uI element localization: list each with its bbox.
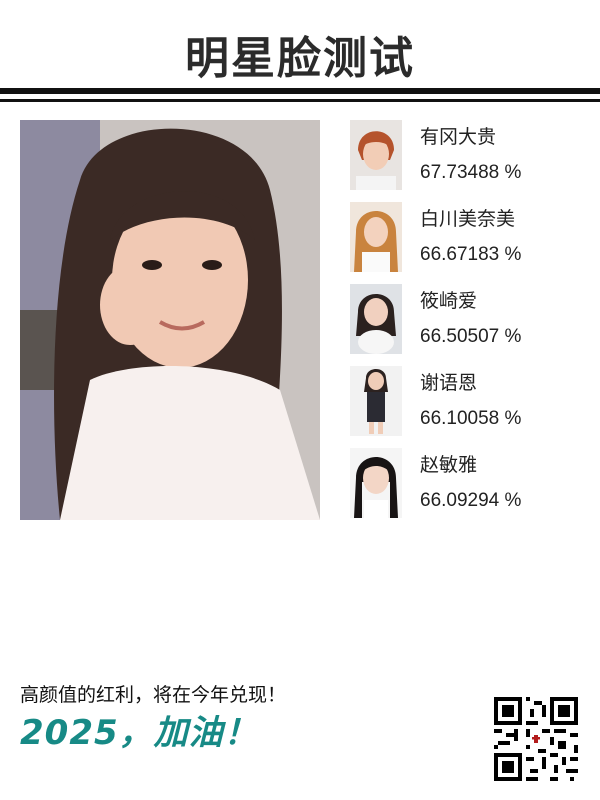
- match-name: 白川美奈美: [420, 208, 516, 230]
- match-thumbnail: [350, 202, 402, 272]
- match-thumbnail: [350, 284, 402, 354]
- match-thumbnail: [350, 448, 402, 518]
- match-item[interactable]: 谢语恩 66.10058 %: [350, 366, 590, 438]
- match-name: 筱崎爱: [420, 290, 478, 312]
- match-score: 66.50507 %: [420, 326, 522, 347]
- match-name: 有冈大贵: [420, 126, 497, 148]
- qr-code-icon[interactable]: [494, 697, 578, 781]
- match-score: 66.09294 %: [420, 490, 522, 511]
- header-divider-thick: [0, 88, 600, 94]
- match-item[interactable]: 筱崎爱 66.50507 %: [350, 284, 590, 356]
- match-thumbnail: [350, 120, 402, 190]
- header-divider-thin: [0, 99, 600, 102]
- match-item[interactable]: 赵敏雅 66.09294 %: [350, 448, 590, 520]
- page-title: 明星脸测试: [185, 33, 415, 84]
- match-item[interactable]: 白川美奈美 66.67183 %: [350, 202, 590, 274]
- match-thumbnail: [350, 366, 402, 436]
- match-score: 67.73488 %: [420, 162, 522, 183]
- slogan-text: 高颜值的红利，将在今年兑现！: [20, 684, 287, 706]
- match-name: 赵敏雅: [420, 454, 478, 476]
- match-score: 66.10058 %: [420, 408, 522, 429]
- uploaded-face-photo: [20, 120, 320, 520]
- match-name: 谢语恩: [420, 372, 478, 394]
- motto-text: 2025，加油！: [20, 713, 259, 753]
- match-item[interactable]: 有冈大贵 67.73488 %: [350, 120, 590, 192]
- match-score: 66.67183 %: [420, 244, 522, 265]
